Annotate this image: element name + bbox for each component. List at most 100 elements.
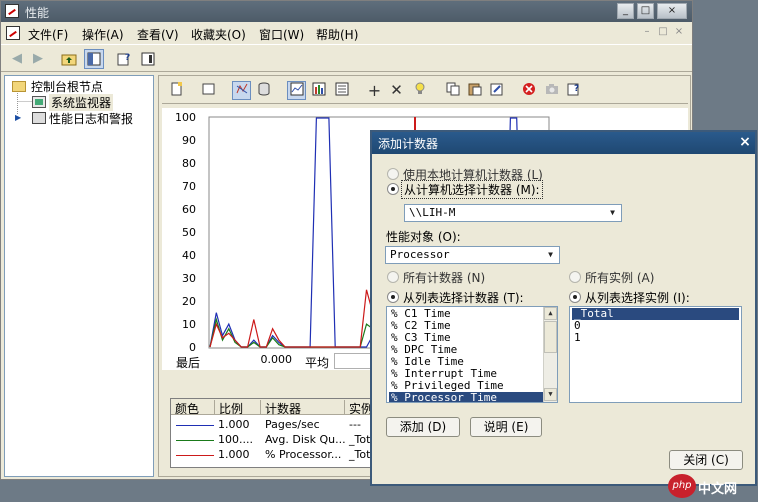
all-instances-label[interactable]: 所有实例 (A) [585, 269, 654, 286]
counter-item-selected[interactable]: % Processor Time [389, 392, 543, 402]
show-hide-tree-icon[interactable] [84, 49, 104, 69]
menu-file[interactable]: 文件(F) [28, 26, 68, 43]
minimize-button[interactable]: _ [617, 3, 634, 19]
color-swatch [176, 440, 214, 441]
col-color[interactable]: 颜色 [171, 400, 215, 416]
color-swatch [176, 455, 214, 456]
main-toolbar: ◀ ▶ ? [1, 44, 692, 72]
add-counters-dialog: 添加计数器 × 使用本地计算机计数器 (L) 从计算机选择计数器 (M): \\… [370, 130, 757, 486]
menu-favorites[interactable]: 收藏夹(O) [191, 26, 246, 43]
freeze-display-icon[interactable] [519, 81, 538, 100]
view-current-activity-icon[interactable] [232, 81, 251, 100]
expand-arrow-icon[interactable]: ▶ [15, 113, 23, 122]
computer-combo[interactable]: \\LIH-M ▼ [404, 204, 622, 222]
window-title: 性能 [25, 6, 50, 20]
instance-item-selected[interactable]: _Total [572, 308, 739, 320]
select-counters-radio[interactable] [387, 291, 399, 303]
computer-value: \\LIH-M [409, 206, 456, 219]
add-button[interactable]: 添加 (D) [386, 417, 460, 437]
scroll-down-arrow-icon[interactable]: ▼ [544, 388, 557, 401]
scroll-thumb[interactable] [544, 321, 557, 353]
dropdown-arrow-icon[interactable]: ▼ [544, 248, 557, 262]
folder-icon [12, 81, 26, 92]
counters-scrollbar[interactable]: ▲ ▼ [543, 307, 557, 402]
use-local-radio[interactable] [387, 168, 399, 180]
scale-value: 1.000 [218, 418, 250, 431]
maximize-button[interactable]: □ [637, 3, 654, 19]
explain-button[interactable]: 说明 (E) [470, 417, 542, 437]
tree-item-system-monitor[interactable]: 系统监视器 [49, 94, 114, 111]
close-dialog-button[interactable]: 关闭 (C) [669, 450, 743, 470]
help-icon[interactable]: ? [114, 49, 134, 69]
tree-item-logs-alerts[interactable]: 性能日志和警报 [49, 110, 133, 127]
dropdown-arrow-icon[interactable]: ▼ [606, 206, 619, 220]
dialog-close-icon[interactable]: × [737, 134, 753, 150]
dialog-title: 添加计数器 [378, 137, 439, 151]
back-arrow-icon[interactable]: ◀ [7, 49, 27, 69]
last-label: 最后 [176, 356, 201, 370]
close-button[interactable]: × [657, 3, 687, 19]
delete-counter-icon[interactable]: ✕ [387, 81, 406, 100]
view-histogram-icon[interactable] [309, 81, 328, 100]
view-graph-icon[interactable] [287, 81, 306, 100]
instance-item[interactable]: 1 [572, 332, 581, 344]
dialog-title-bar: 添加计数器 × [372, 132, 755, 154]
mdi-close-button[interactable]: × [673, 26, 685, 38]
perf-object-value: Processor [390, 248, 450, 261]
counters-listbox[interactable]: % C1 Time % C2 Time % C3 Time % DPC Time… [386, 306, 558, 403]
all-counters-label[interactable]: 所有计数器 (N) [403, 269, 485, 286]
menu-action[interactable]: 操作(A) [82, 26, 124, 43]
counter-name: Avg. Disk Qu... [265, 433, 346, 446]
col-counter[interactable]: 计数器 [261, 400, 345, 416]
up-folder-icon[interactable] [59, 49, 79, 69]
scroll-up-arrow-icon[interactable]: ▲ [544, 307, 557, 320]
select-from-computer-radio[interactable] [387, 183, 399, 195]
instance-name: --- [349, 418, 361, 431]
last-value: 0.000 [260, 353, 293, 366]
menu-window[interactable]: 窗口(W) [259, 26, 304, 43]
select-instances-label[interactable]: 从列表选择实例 (I): [585, 289, 690, 306]
all-counters-radio[interactable] [387, 271, 399, 283]
mdi-restore-button[interactable]: □ [657, 26, 669, 38]
title-bar: 性能 _ □ × [1, 1, 692, 22]
all-instances-radio[interactable] [569, 271, 581, 283]
add-counter-icon[interactable]: + [365, 81, 384, 100]
mdi-minimize-button[interactable]: – [641, 26, 653, 38]
console-tree: 控制台根节点 系统监视器 ▶ 性能日志和警报 [4, 75, 154, 477]
update-data-icon[interactable] [542, 81, 561, 100]
counter-name: Pages/sec [265, 418, 320, 431]
system-monitor-toolbar: + ✕ ? [162, 78, 688, 104]
forward-arrow-icon[interactable]: ▶ [28, 49, 48, 69]
menu-help[interactable]: 帮助(H) [316, 26, 358, 43]
paste-counter-list-icon[interactable] [465, 81, 484, 100]
instances-listbox[interactable]: _Total 0 1 [569, 306, 742, 403]
perf-object-combo[interactable]: Processor ▼ [385, 246, 560, 264]
average-label: 平均 [305, 356, 330, 370]
menu-view[interactable]: 查看(V) [137, 26, 179, 43]
performance-app-icon [5, 4, 19, 18]
counter-name: % Processor... [265, 448, 342, 461]
system-monitor-icon [32, 96, 46, 108]
watermark: php 中文网 [668, 470, 758, 502]
svg-text:?: ? [574, 84, 579, 94]
clear-display-icon[interactable] [199, 81, 218, 100]
highlight-icon[interactable] [410, 81, 429, 100]
menu-bar: 文件(F) 操作(A) 查看(V) 收藏夹(O) 窗口(W) 帮助(H) – □… [1, 22, 692, 44]
php-logo: php [668, 474, 696, 498]
color-swatch [176, 425, 214, 426]
console-view-icon[interactable] [138, 49, 158, 69]
select-counters-label[interactable]: 从列表选择计数器 (T): [403, 289, 524, 306]
col-scale[interactable]: 比例 [215, 400, 261, 416]
tree-root-label[interactable]: 控制台根节点 [31, 78, 103, 95]
new-counter-set-icon[interactable] [167, 81, 186, 100]
view-log-data-icon[interactable] [254, 81, 273, 100]
select-from-computer-label[interactable]: 从计算机选择计数器 (M): [401, 180, 543, 199]
select-instances-radio[interactable] [569, 291, 581, 303]
help-icon[interactable]: ? [564, 81, 583, 100]
copy-properties-icon[interactable] [443, 81, 462, 100]
console-icon[interactable] [6, 26, 20, 40]
watermark-text: 中文网 [698, 482, 738, 497]
view-report-icon[interactable] [332, 81, 351, 100]
logs-alerts-icon [32, 112, 46, 124]
properties-icon[interactable] [487, 81, 506, 100]
